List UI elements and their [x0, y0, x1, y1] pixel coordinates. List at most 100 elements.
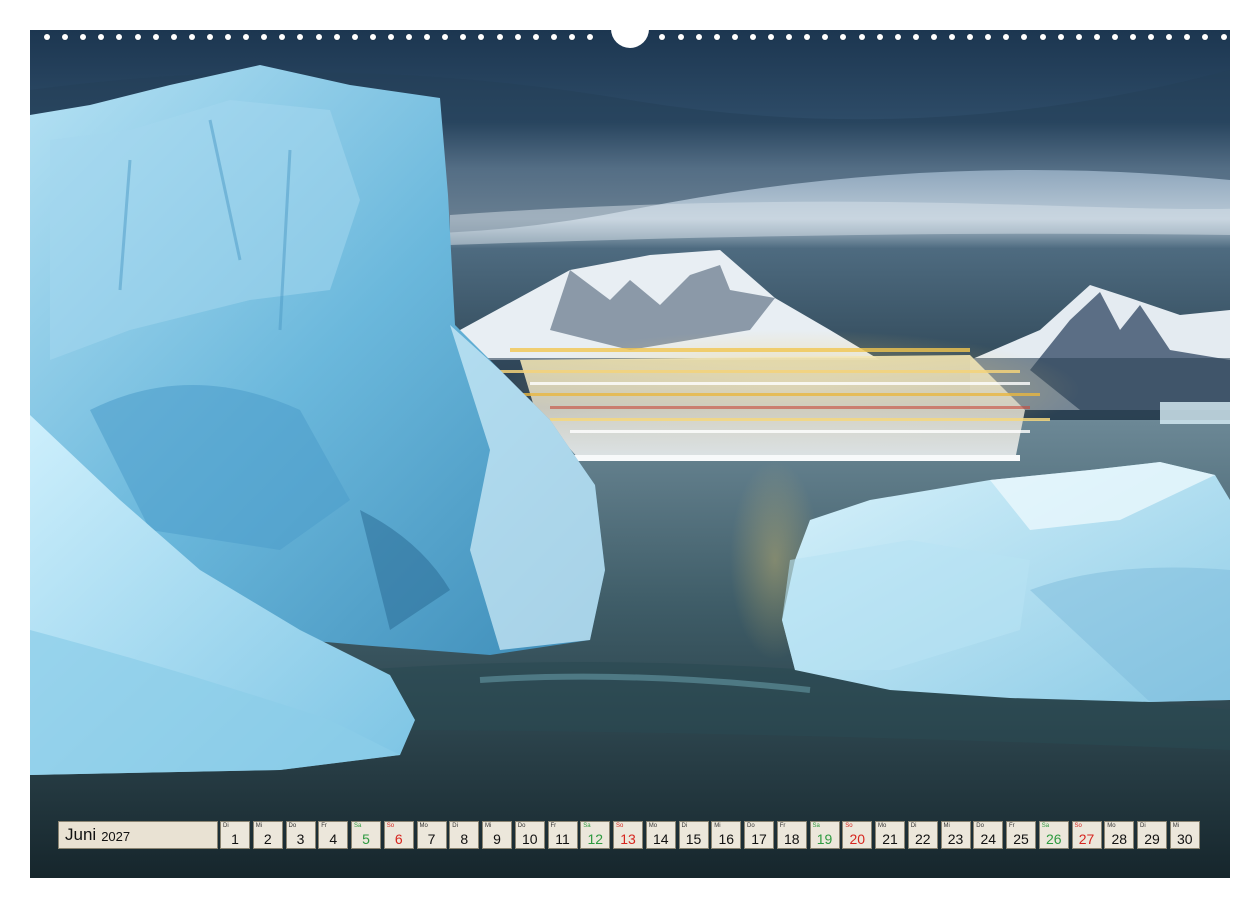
day-number: 1 [231, 831, 239, 847]
binding-hole [786, 34, 793, 40]
binding-hole [912, 34, 919, 40]
weekday-label: Do [517, 823, 526, 829]
binding-hole [243, 34, 250, 40]
binding-hole [261, 34, 268, 40]
binding-hole [134, 34, 141, 40]
binding-hole [1220, 34, 1227, 40]
weekday-label: Mo [648, 823, 658, 829]
weekday-label: Di [910, 823, 917, 829]
binding-hole [550, 34, 557, 40]
binding-hole [315, 34, 322, 40]
binding-hole [297, 34, 304, 40]
day-number: 30 [1176, 831, 1193, 847]
day-number: 18 [783, 831, 800, 847]
day-number: 16 [718, 831, 735, 847]
weekday-label: Sa [812, 823, 820, 829]
day-cell: Di 1 [220, 821, 250, 849]
day-number: 22 [914, 831, 931, 847]
weekday-label: Sa [1041, 823, 1050, 829]
binding-hole [514, 34, 521, 40]
weekday-label: Sa [354, 823, 362, 829]
day-cell: Di 29 [1137, 821, 1167, 849]
binding-hole [804, 34, 811, 40]
day-number: 14 [652, 831, 669, 847]
weekday-label: So [1074, 823, 1082, 829]
day-number: 12 [587, 831, 604, 847]
day-number: 15 [685, 831, 702, 847]
day-number: 10 [521, 831, 538, 847]
day-cell: Mo 7 [416, 821, 447, 849]
day-number: 17 [751, 831, 767, 847]
day-cell: Mo 14 [645, 821, 676, 849]
weekday-label: Do [747, 823, 755, 829]
binding-hole [695, 34, 702, 40]
day-cell: Sa 26 [1038, 821, 1069, 849]
weekday-label: Mo [419, 823, 428, 829]
binding-hole [768, 34, 774, 40]
weekday-label: Fr [550, 823, 557, 829]
day-cell: Mi 23 [940, 821, 971, 849]
binding-hole [496, 34, 503, 40]
day-cell: Do 24 [973, 821, 1004, 849]
weekday-label: Do [976, 823, 984, 829]
weekday-label: Do [288, 823, 297, 829]
binding-hole [985, 34, 992, 40]
binding-hole [749, 34, 756, 40]
weekday-label: Fr [321, 823, 327, 829]
binding-hole [1166, 34, 1173, 40]
binding-hole [369, 34, 376, 40]
binding-hole [822, 34, 829, 40]
weekday-label: Fr [1009, 823, 1015, 829]
day-number: 27 [1078, 831, 1095, 847]
weekday-label: Mi [714, 823, 721, 829]
binding-hole [1075, 34, 1082, 40]
binding-hole [1111, 34, 1118, 40]
binding-hole [188, 34, 195, 40]
day-number: 23 [947, 831, 964, 847]
day-cell: Mi 2 [252, 821, 283, 849]
day-number: 7 [427, 831, 436, 847]
binding-hole [80, 34, 87, 40]
binding-hole [949, 34, 955, 40]
binding-hole [1130, 34, 1136, 40]
weekday-label: Mi [255, 823, 263, 829]
weekday-label: So [616, 823, 624, 829]
binding-hole [930, 34, 937, 40]
day-number: 4 [329, 831, 338, 847]
weekday-label: Di [681, 823, 688, 829]
day-cell: So 20 [842, 821, 873, 849]
binding-hole [98, 34, 105, 40]
binding-hole [840, 34, 847, 40]
day-number: 21 [882, 831, 898, 847]
weekday-label: Di [223, 823, 229, 829]
calendar-page: Juni 2027 Di 1 Mi 2 Do 3 Fr 4 Sa 5 So 6 Mo 7 Di 8 Mi 9 Do 1… [0, 0, 1260, 908]
weekday-label: So [845, 823, 853, 829]
binding-hole [1021, 34, 1028, 40]
day-number: 2 [263, 831, 272, 847]
weekday-label: Mo [1107, 823, 1116, 829]
binding-hole [731, 34, 738, 40]
binding-hole [225, 34, 231, 40]
day-cell: Mi 16 [711, 821, 742, 849]
day-cell: Fr 4 [318, 821, 349, 849]
binding-hole [206, 34, 213, 40]
day-number: 11 [555, 831, 570, 847]
day-number: 26 [1045, 831, 1062, 847]
day-cell: So 6 [383, 821, 414, 849]
weekday-label: Fr [779, 823, 786, 829]
weekday-label: Di [1140, 823, 1146, 829]
binding-hole [858, 34, 865, 40]
day-cell: Do 10 [514, 821, 545, 849]
binding-hole [152, 34, 159, 40]
day-number: 13 [620, 831, 636, 847]
day-cell: Mi 30 [1169, 821, 1200, 849]
iceberg-cruise-ship-photo [30, 30, 1230, 878]
day-cell: Sa 5 [351, 821, 381, 849]
binding-hole [62, 34, 69, 40]
day-number: 6 [394, 831, 403, 847]
day-cell: Fr 11 [547, 821, 578, 849]
binding-hole [1093, 34, 1100, 40]
month-name: Juni [65, 825, 97, 844]
day-number: 25 [1013, 831, 1029, 847]
day-number: 19 [816, 831, 833, 847]
